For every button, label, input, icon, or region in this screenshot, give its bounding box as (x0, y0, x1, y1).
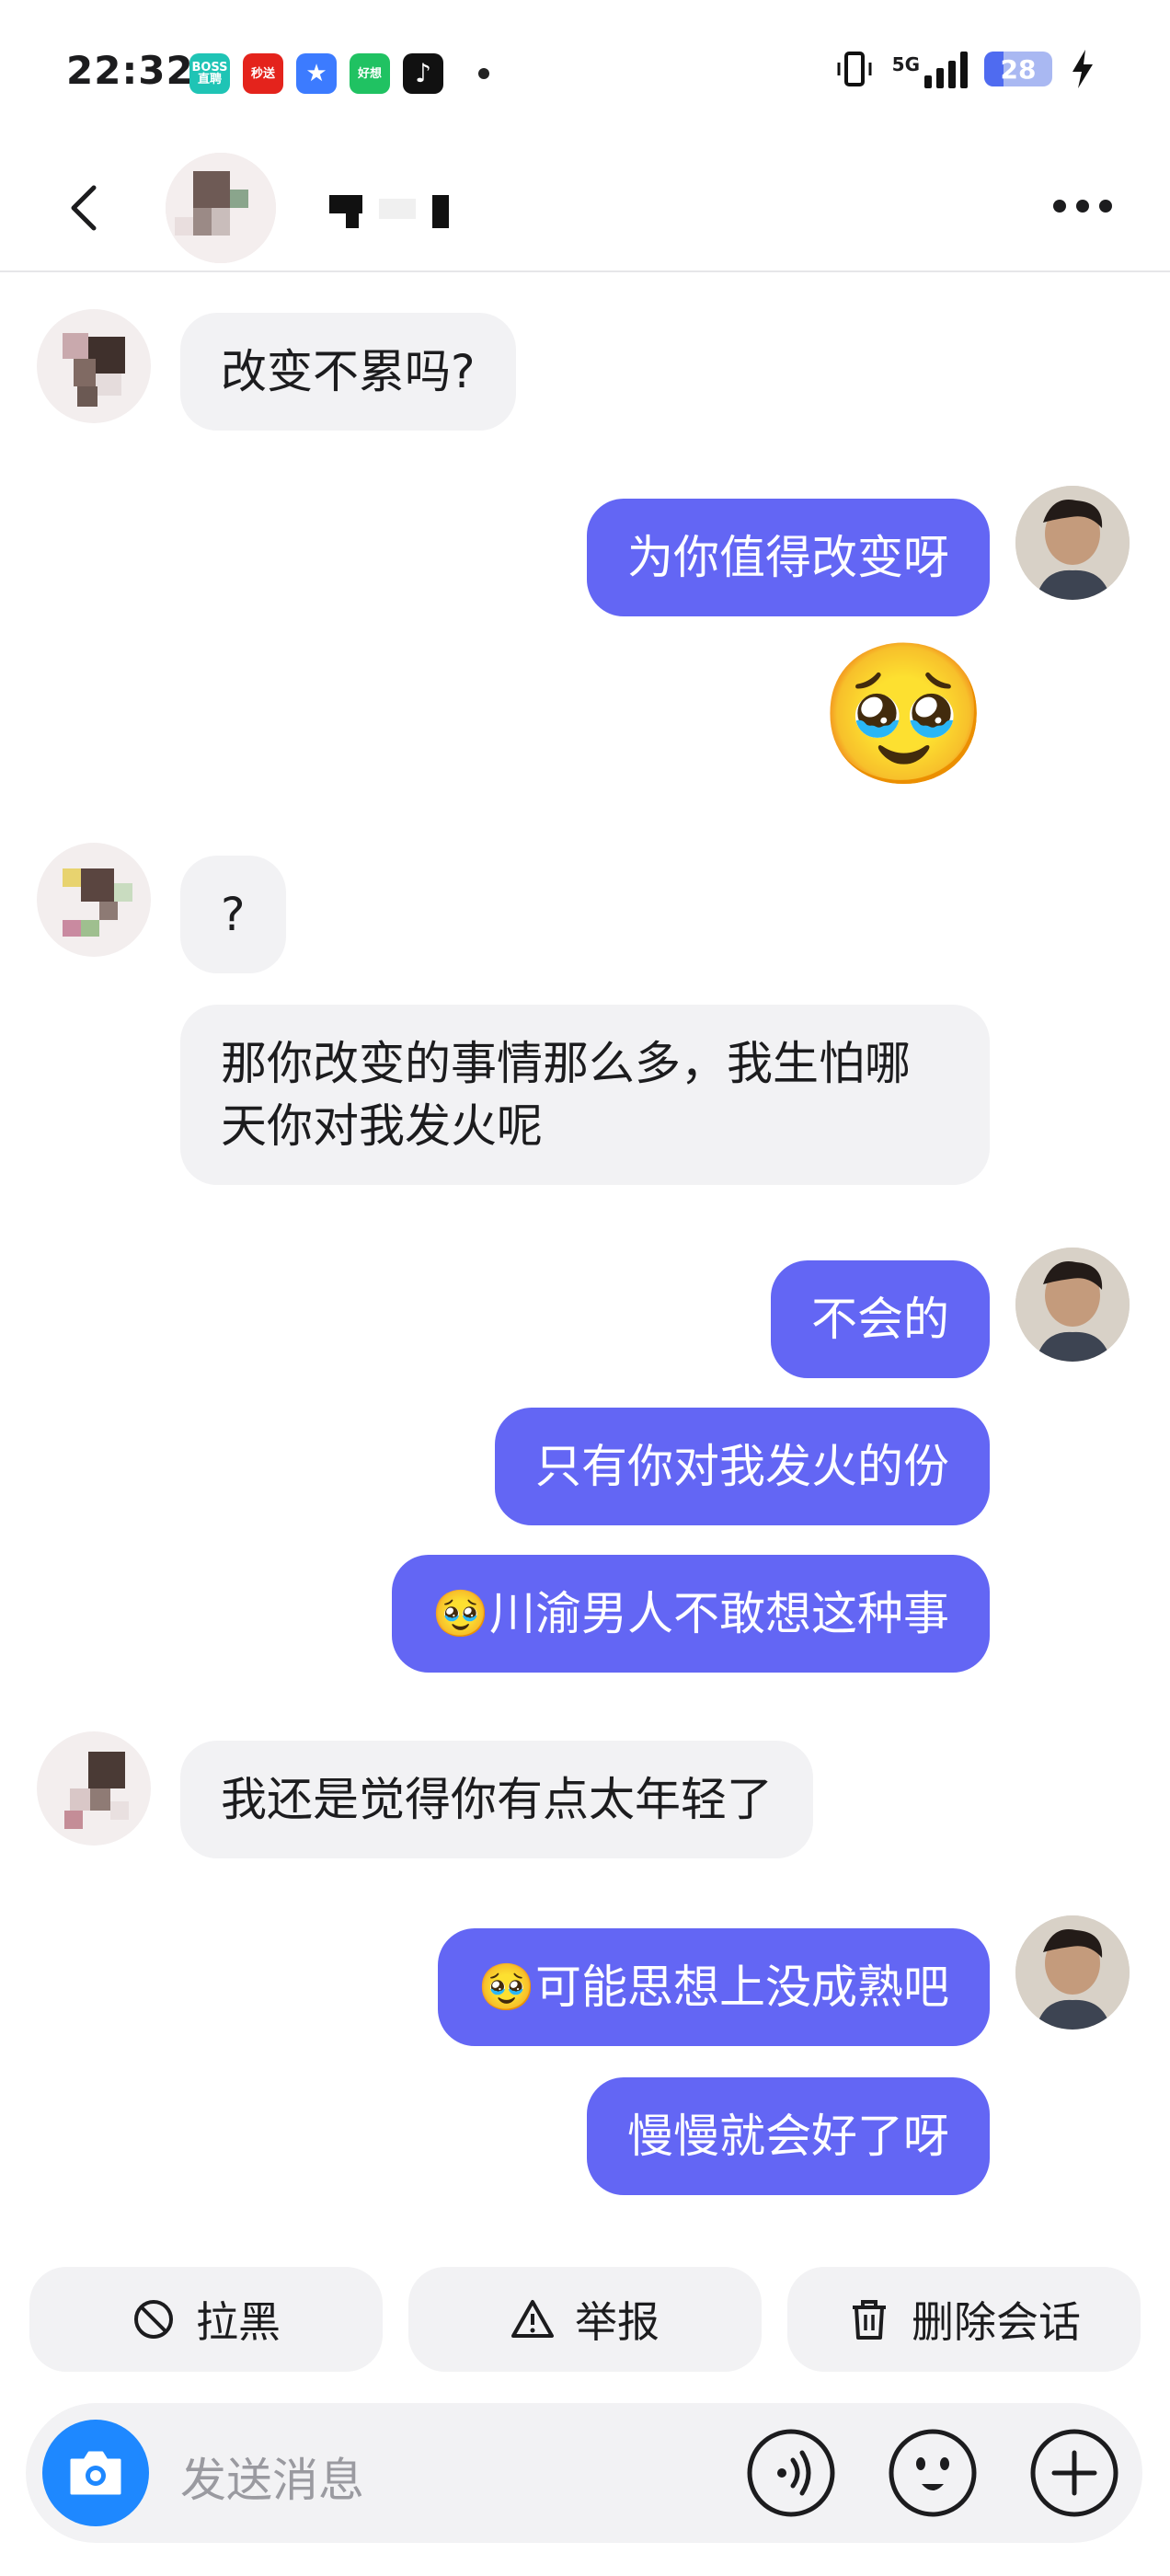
message-input[interactable]: 发送消息 (180, 2444, 364, 2510)
pixelated-avatar-image (37, 309, 151, 423)
profile-photo (1015, 486, 1130, 600)
contact-name-redacted (329, 195, 449, 228)
contact-avatar[interactable] (166, 153, 276, 263)
message-bubble-outgoing[interactable]: 为你值得改变呀 (587, 499, 990, 616)
message-bubble-incoming[interactable]: 那你改变的事情那么多，我生怕哪天你对我发火呢 (180, 1005, 990, 1185)
contact-avatar[interactable] (37, 843, 151, 957)
my-avatar[interactable] (1015, 1248, 1130, 1362)
block-button[interactable]: 拉黑 (29, 2267, 383, 2372)
douyin-icon: ♪ (403, 53, 443, 94)
message-bubble-incoming[interactable]: 我还是觉得你有点太年轻了 (180, 1741, 813, 1858)
cellular-signal-icon: 5G (892, 50, 968, 88)
camera-button[interactable] (42, 2420, 149, 2526)
message-list[interactable]: 改变不累吗? 为你值得改变呀 🥹 ? 那你改变的事情那么多，我生怕哪天你对我发火… (0, 272, 1170, 2260)
contact-avatar[interactable] (37, 1731, 151, 1846)
conversation-actions: 拉黑 举报 删除会话 (29, 2267, 1141, 2372)
emoji-message[interactable]: 🥹 (818, 637, 990, 793)
network-type: 5G (891, 53, 920, 75)
chat-header (0, 147, 1170, 272)
status-time: 22:32 (66, 48, 194, 93)
voice-icon[interactable] (745, 2427, 837, 2519)
message-bubble-outgoing[interactable]: 🥹川渝男人不敢想这种事 (391, 1555, 990, 1673)
camera-icon (70, 2451, 121, 2495)
plus-icon[interactable] (1028, 2427, 1120, 2519)
message-bubble-outgoing[interactable]: 🥹可能思想上没成熟吧 (437, 1928, 990, 2046)
message-input-bar: 发送消息 (26, 2403, 1142, 2543)
pixelated-avatar-image (166, 153, 276, 263)
contact-avatar[interactable] (37, 309, 151, 423)
boss-zhipin-icon: BOSS直聘 (189, 53, 230, 94)
message-bubble-outgoing[interactable]: 不会的 (771, 1260, 990, 1378)
more-notifications-dot (478, 68, 489, 79)
message-bubble-incoming[interactable]: 改变不累吗? (180, 313, 516, 431)
warning-icon (511, 2300, 554, 2338)
trash-icon (853, 2300, 886, 2340)
profile-photo (1015, 1915, 1130, 2030)
emoji-icon[interactable] (887, 2427, 979, 2519)
profile-photo (1015, 1248, 1130, 1362)
battery-percent: 28 (1000, 53, 1037, 85)
star-app-icon: ★ (296, 53, 337, 94)
vibrate-icon (837, 52, 872, 86)
report-label: 举报 (575, 2297, 660, 2347)
battery-icon: 28 (984, 52, 1052, 86)
charging-icon (1072, 50, 1093, 88)
pixelated-avatar-image (37, 1731, 151, 1846)
miaosong-icon: 秒送 (243, 53, 283, 94)
notification-app-icons: BOSS直聘 秒送 ★ 好想 ♪ (189, 53, 489, 94)
message-bubble-incoming[interactable]: ? (180, 856, 286, 973)
delete-conversation-button[interactable]: 删除会话 (787, 2267, 1141, 2372)
message-bubble-outgoing[interactable]: 只有你对我发火的份 (495, 1408, 990, 1525)
report-button[interactable]: 举报 (408, 2267, 762, 2372)
pixelated-avatar-image (37, 843, 151, 957)
status-bar: 22:32 BOSS直聘 秒送 ★ 好想 ♪ 5G 28 (0, 0, 1170, 147)
block-icon (134, 2300, 173, 2339)
chevron-left-icon[interactable] (59, 180, 114, 236)
message-bubble-outgoing[interactable]: 慢慢就会好了呀 (587, 2077, 990, 2195)
haoxiang-icon: 好想 (350, 53, 390, 94)
my-avatar[interactable] (1015, 1915, 1130, 2030)
delete-conversation-label: 删除会话 (912, 2297, 1081, 2347)
block-label: 拉黑 (196, 2297, 281, 2347)
more-dots-icon[interactable] (1050, 195, 1115, 217)
system-icons: 5G 28 (833, 48, 1096, 90)
my-avatar[interactable] (1015, 486, 1130, 600)
